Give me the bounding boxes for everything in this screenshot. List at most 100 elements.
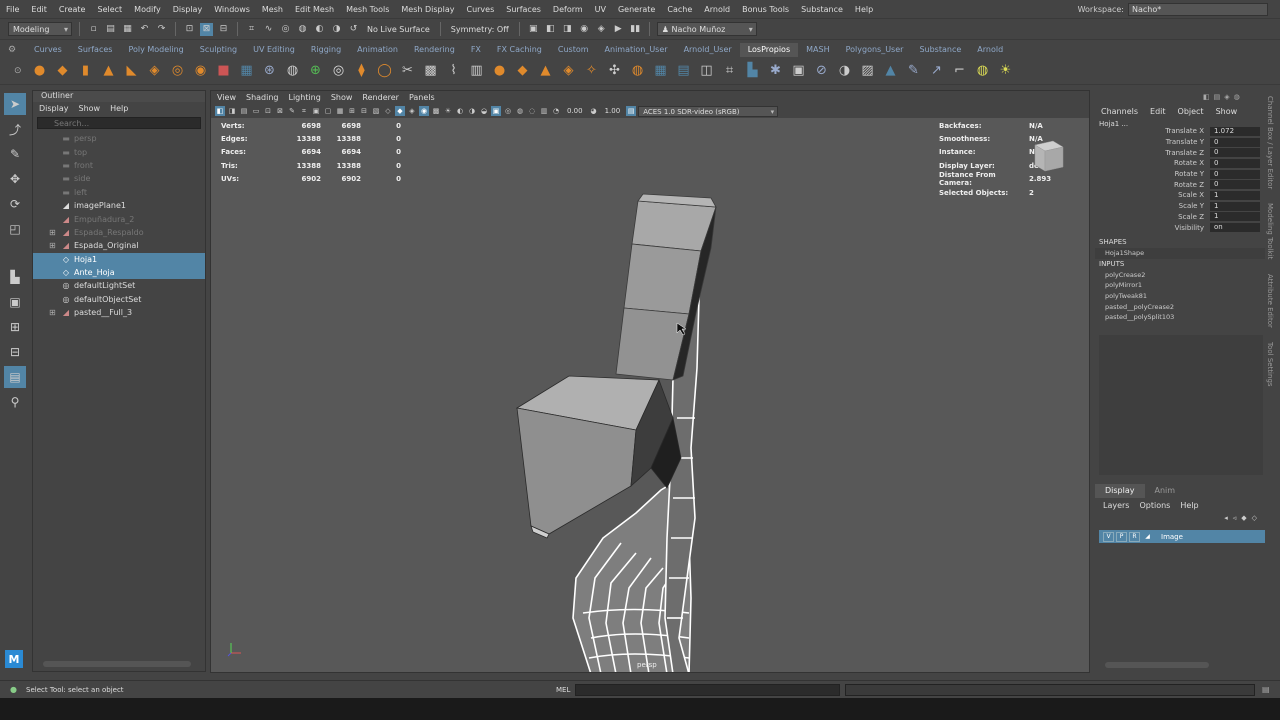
select-by-hierarchy-icon[interactable]: ⊡: [183, 23, 196, 36]
menu-mesh-tools[interactable]: Mesh Tools: [340, 5, 395, 14]
world-axis-icon[interactable]: ◍: [973, 61, 992, 80]
shelf-menu-icon[interactable]: ⊙: [14, 66, 22, 76]
shelf-tab-fx[interactable]: FX: [463, 43, 489, 57]
mesh-geometry[interactable]: [211, 118, 1090, 673]
exposure-field[interactable]: 0.00: [563, 107, 587, 115]
four-view-layout-icon[interactable]: ⊞: [4, 316, 26, 338]
channel-box-menu-show[interactable]: Show: [1216, 107, 1238, 116]
channel-box-menu-edit[interactable]: Edit: [1150, 107, 1166, 116]
shelf-tab-mash[interactable]: MASH: [798, 43, 837, 57]
smooth-shade-icon[interactable]: ◆: [395, 106, 405, 116]
uv-unfold-icon[interactable]: ▤: [674, 61, 693, 80]
layer-menu-layers[interactable]: Layers: [1103, 501, 1129, 510]
select-by-component-icon[interactable]: ⊟: [217, 23, 230, 36]
menu-modify[interactable]: Modify: [128, 5, 167, 14]
channel-label[interactable]: Rotate Z: [1095, 181, 1210, 189]
input-node[interactable]: polyTweak81: [1095, 291, 1265, 302]
fill-hole-icon[interactable]: ▲: [536, 61, 555, 80]
scale-tool-icon[interactable]: ◰: [4, 218, 26, 240]
undo-icon[interactable]: ↶: [138, 23, 151, 36]
camera-attributes-icon[interactable]: ◨: [227, 106, 237, 116]
rotate-tool-icon[interactable]: ⟳: [4, 193, 26, 215]
viewport-menu-lighting[interactable]: Lighting: [288, 93, 320, 102]
menu-mesh-display[interactable]: Mesh Display: [395, 5, 460, 14]
layer-editor-scrollbar[interactable]: [1105, 662, 1209, 668]
extrude-icon[interactable]: ◯: [375, 61, 394, 80]
channel-label[interactable]: Scale Y: [1095, 202, 1210, 210]
wedge-icon[interactable]: ◍: [628, 61, 647, 80]
expand-toggle-icon[interactable]: ⊞: [49, 228, 59, 237]
field-chart-icon[interactable]: ⊞: [347, 106, 357, 116]
viewport-menu-renderer[interactable]: Renderer: [362, 93, 399, 102]
select-by-object-icon[interactable]: ⊠: [200, 22, 213, 36]
layer-menu-help[interactable]: Help: [1180, 501, 1198, 510]
outliner-item[interactable]: ◎ defaultObjectSet: [33, 293, 205, 306]
menu-file[interactable]: File: [0, 5, 25, 14]
channel-label[interactable]: Scale Z: [1095, 213, 1210, 221]
side-tab-modeling-toolkit[interactable]: Modeling Toolkit: [1266, 203, 1274, 259]
channel-value-field[interactable]: 0: [1210, 137, 1260, 147]
paint-select-tool-icon[interactable]: ✎: [4, 143, 26, 165]
gamma-icon[interactable]: ◕: [589, 106, 599, 116]
channel-label[interactable]: Translate Y: [1095, 138, 1210, 146]
select-camera-icon[interactable]: ◧: [215, 106, 225, 116]
outliner-layout-icon[interactable]: ▤: [4, 366, 26, 388]
grid-icon[interactable]: ⌗: [299, 106, 309, 116]
shelf-tab-polygons-user[interactable]: Polygons_User: [838, 43, 912, 57]
input-node[interactable]: polyMirror1: [1095, 280, 1265, 291]
boolean-icon[interactable]: ⊕: [306, 61, 325, 80]
channel-value-field[interactable]: on: [1210, 223, 1260, 233]
xray-icon[interactable]: ◎: [503, 106, 513, 116]
sphere-icon[interactable]: ●: [30, 61, 49, 80]
lights-icon[interactable]: ☀: [443, 106, 453, 116]
shelf-tab-animation[interactable]: Animation: [349, 43, 406, 57]
menu-substance[interactable]: Substance: [795, 5, 849, 14]
outliner-item[interactable]: ▬ top: [33, 145, 205, 158]
shelf-tab-substance[interactable]: Substance: [911, 43, 969, 57]
render-icon[interactable]: ◧: [544, 23, 557, 36]
crease-icon[interactable]: ↗: [927, 61, 946, 80]
pause-icon[interactable]: ▮▮: [629, 23, 642, 36]
mp-tool-icon[interactable]: ▲: [881, 61, 900, 80]
viewport-panel[interactable]: View Shading Lighting Show Renderer Panels ◧ …: [210, 90, 1090, 673]
multicut-icon[interactable]: ✂: [398, 61, 417, 80]
mirror-icon[interactable]: ◈: [559, 61, 578, 80]
menu-uv[interactable]: UV: [589, 5, 612, 14]
history-icon[interactable]: ↺: [347, 23, 360, 36]
xray-components-icon[interactable]: ◌: [527, 106, 537, 116]
snap-together-icon[interactable]: ◑: [835, 61, 854, 80]
channel-box-icon[interactable]: ◧: [1203, 93, 1210, 101]
shelf-tab-fx-caching[interactable]: FX Caching: [489, 43, 550, 57]
layer-visibility-toggle[interactable]: V: [1103, 531, 1114, 542]
menu-bonus-tools[interactable]: Bonus Tools: [736, 5, 795, 14]
script-language-toggle[interactable]: MEL: [556, 686, 570, 694]
uv-cut-icon[interactable]: ◫: [697, 61, 716, 80]
shelf-tab-arnold-user[interactable]: Arnold_User: [676, 43, 740, 57]
workspace-dropdown[interactable]: Nacho*: [1128, 3, 1268, 16]
resolution-gate-icon[interactable]: ▢: [323, 106, 333, 116]
channel-label[interactable]: Scale X: [1095, 191, 1210, 199]
menu-display[interactable]: Display: [167, 5, 209, 14]
cube-icon[interactable]: ◆: [53, 61, 72, 80]
expand-toggle-icon[interactable]: ⊞: [49, 241, 59, 250]
connect-icon[interactable]: ⌇: [444, 61, 463, 80]
channel-value-field[interactable]: 0: [1210, 158, 1260, 168]
color-management-icon[interactable]: ▤: [626, 106, 637, 116]
open-scene-icon[interactable]: ▤: [104, 23, 117, 36]
outliner-item[interactable]: ◢ Empuñadura_2: [33, 212, 205, 225]
shelf-tab-sculpting[interactable]: Sculpting: [192, 43, 245, 57]
disc-icon[interactable]: ◉: [191, 61, 210, 80]
layer-menu-options[interactable]: Options: [1139, 501, 1170, 510]
outliner-item[interactable]: ◎ defaultLightSet: [33, 279, 205, 292]
outliner-menu-show[interactable]: Show: [79, 104, 101, 113]
layer-tab-anim[interactable]: Anim: [1145, 484, 1186, 498]
lasso-tool-icon[interactable]: ⤴: [4, 118, 26, 140]
combine-icon[interactable]: ■: [214, 61, 233, 80]
viewport-menu-panels[interactable]: Panels: [409, 93, 435, 102]
textured-icon[interactable]: ▩: [431, 106, 441, 116]
offset-loop-icon[interactable]: ▥: [467, 61, 486, 80]
xray-joints-icon[interactable]: ◍: [515, 106, 525, 116]
attribute-editor-icon[interactable]: ▤: [1214, 93, 1221, 101]
menu-create[interactable]: Create: [53, 5, 92, 14]
isolate-select-icon[interactable]: ▣: [491, 106, 501, 116]
